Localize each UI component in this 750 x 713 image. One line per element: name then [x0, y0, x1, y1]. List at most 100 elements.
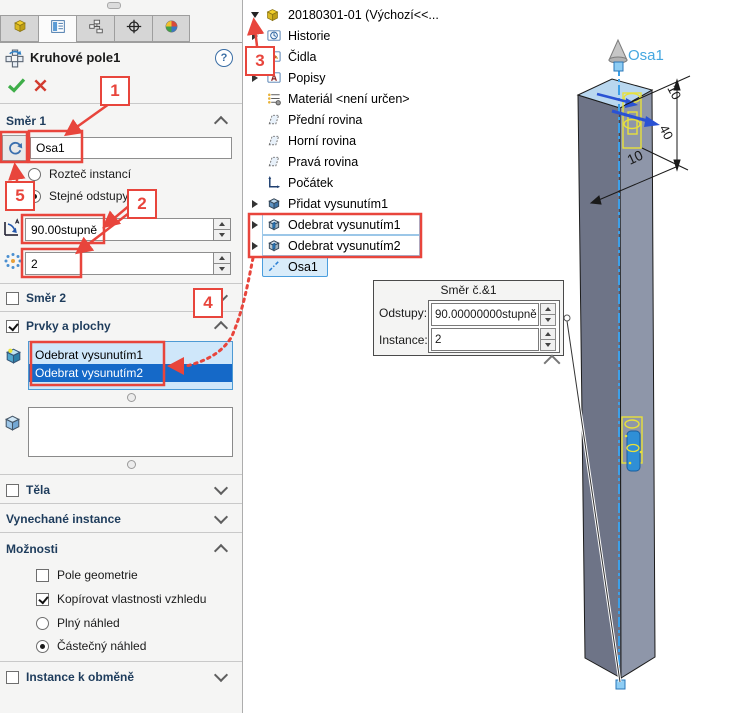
- section-header-bodies[interactable]: Těla: [0, 479, 242, 501]
- tab-dimxpertmanager[interactable]: [114, 15, 152, 42]
- tree-item-prava-rovina[interactable]: Pravá rovina: [246, 151, 456, 172]
- checkbox-geometry-pattern[interactable]: Pole geometrie: [36, 568, 138, 582]
- spinner-up-icon[interactable]: [541, 304, 555, 315]
- expand-arrow-icon[interactable]: [250, 199, 260, 208]
- instances-vary-checkbox[interactable]: [6, 670, 19, 684]
- callout-spacing-input[interactable]: 90.00000000stupně: [431, 303, 539, 326]
- tree-item-predni-rovina[interactable]: Přední rovina: [246, 109, 456, 130]
- callout-spacing-value: 90.00000000stupně: [435, 308, 537, 321]
- spinner-down-icon[interactable]: [541, 315, 555, 325]
- step-marker-4: 4: [193, 288, 223, 318]
- spinner-down-icon[interactable]: [214, 230, 230, 240]
- radio-icon[interactable]: [28, 167, 41, 181]
- expand-chevron-icon[interactable]: [213, 667, 229, 683]
- dimension-text-mid[interactable]: 40: [656, 122, 676, 142]
- tree-item-cidla[interactable]: Čidla: [246, 46, 456, 67]
- expand-chevron-icon[interactable]: [213, 480, 229, 496]
- direction2-checkbox[interactable]: [6, 291, 19, 305]
- radio-equal-spacing[interactable]: Stejné odstupy: [28, 189, 128, 203]
- list-resize-handle[interactable]: [127, 460, 136, 469]
- tab-featuremanager[interactable]: [0, 15, 38, 42]
- tree-item-label: Materiál <není určen>: [288, 91, 410, 106]
- tree-item-pridat-vysunutim1[interactable]: Přidat vysunutím1: [246, 193, 456, 214]
- radio-full-preview[interactable]: Plný náhled: [36, 616, 120, 630]
- features-selection-list[interactable]: Odebrat vysunutím1 Odebrat vysunutím2: [28, 341, 233, 390]
- section-label: Směr 1: [6, 114, 47, 128]
- radio-partial-preview[interactable]: Částečný náhled: [36, 639, 146, 653]
- tree-item-label: Osa1: [288, 259, 318, 274]
- count-spinner[interactable]: [213, 252, 231, 275]
- list-resize-handle[interactable]: [127, 393, 136, 402]
- radio-label: Plný náhled: [57, 616, 120, 630]
- checkbox-copy-appearance[interactable]: Kopírovat vlastnosti vzhledu: [36, 592, 206, 606]
- expand-arrow-icon[interactable]: [250, 220, 260, 229]
- tree-item-historie[interactable]: Historie: [246, 25, 456, 46]
- radio-icon[interactable]: [36, 616, 49, 630]
- tree-item-label: Odebrat vysunutím2: [288, 238, 401, 253]
- collapse-chevron-icon[interactable]: [213, 115, 229, 131]
- section-header-direction1[interactable]: Směr 1: [0, 110, 242, 132]
- model-column[interactable]: [576, 78, 656, 679]
- list-item-selected[interactable]: Odebrat vysunutím2: [29, 364, 232, 382]
- collapse-chevron-icon[interactable]: [213, 320, 229, 336]
- pattern-count-input[interactable]: 2: [25, 252, 214, 275]
- section-header-skipped-instances[interactable]: Vynechané instance: [0, 508, 242, 530]
- tree-item-osa1[interactable]: Osa1: [246, 256, 456, 277]
- section-label: Vynechané instance: [6, 512, 121, 526]
- expand-chevron-icon[interactable]: [213, 509, 229, 525]
- pattern-axis-value: Osa1: [36, 141, 65, 155]
- list-item[interactable]: Odebrat vysunutím1: [29, 346, 232, 364]
- section-header-options[interactable]: Možnosti: [0, 538, 242, 560]
- tree-item-label: Popisy: [288, 70, 326, 85]
- tree-item-material[interactable]: Materiál <není určen>: [246, 88, 456, 109]
- pattern-callout: Směr č.&1 Odstupy: Instance: 90.00000000…: [373, 280, 564, 356]
- tree-item-horni-rovina[interactable]: Horní rovina: [246, 130, 456, 151]
- callout-instances-spinner[interactable]: [540, 328, 556, 351]
- history-folder-icon: [266, 28, 283, 44]
- bodies-checkbox[interactable]: [6, 483, 19, 497]
- property-manager-panel: Kruhové pole1 ? Směr 1 Osa1 Rozteč insta…: [0, 0, 243, 713]
- features-faces-checkbox[interactable]: [6, 319, 19, 333]
- tab-propertymanager[interactable]: [38, 15, 76, 43]
- checkbox-icon[interactable]: [36, 568, 49, 582]
- section-header-instances-to-vary[interactable]: Instance k obměně: [0, 666, 242, 688]
- radio-icon[interactable]: [36, 639, 49, 653]
- callout-instances-input[interactable]: 2: [431, 328, 539, 351]
- faces-selection-list[interactable]: [28, 407, 233, 457]
- callout-spacing-spinner[interactable]: [540, 303, 556, 326]
- angle-spinner[interactable]: [213, 218, 231, 241]
- section-label: Směr 2: [26, 291, 67, 305]
- spinner-up-icon[interactable]: [214, 253, 230, 264]
- tab-configurationmanager[interactable]: [76, 15, 114, 42]
- spinner-down-icon[interactable]: [541, 340, 555, 350]
- spinner-up-icon[interactable]: [541, 329, 555, 340]
- spinner-up-icon[interactable]: [214, 219, 230, 230]
- tree-item-odebrat-vysunutim2[interactable]: Odebrat vysunutím2: [246, 235, 456, 256]
- radio-label: Částečný náhled: [57, 639, 147, 653]
- dimension-text-top[interactable]: 10: [664, 82, 684, 102]
- cancel-button[interactable]: [33, 78, 48, 98]
- spinner-down-icon[interactable]: [214, 264, 230, 274]
- tree-item-odebrat-vysunutim1[interactable]: Odebrat vysunutím1: [246, 214, 456, 235]
- tree-item-popisy[interactable]: Popisy: [246, 67, 456, 88]
- ok-button[interactable]: [7, 77, 27, 98]
- pattern-angle-input[interactable]: 90.00stupně: [25, 218, 214, 241]
- tab-displaymanager[interactable]: [152, 15, 190, 42]
- collapse-arrow-icon[interactable]: [250, 11, 260, 18]
- faces-to-pattern-icon: [2, 412, 23, 438]
- step-marker-2: 2: [127, 189, 157, 219]
- help-icon[interactable]: ?: [215, 49, 233, 67]
- section-header-features-faces[interactable]: Prvky a plochy: [0, 315, 242, 337]
- radio-instance-spacing[interactable]: Rozteč instancí: [28, 167, 131, 181]
- collapse-chevron-icon[interactable]: [213, 543, 229, 559]
- panel-resize-handle[interactable]: [107, 2, 121, 9]
- callout-instances-label: Instance:: [379, 333, 428, 347]
- tree-item-root[interactable]: 20180301-01 (Výchozí<<...: [246, 4, 456, 25]
- checkbox-icon[interactable]: [36, 592, 49, 606]
- reverse-direction-button[interactable]: [2, 135, 27, 161]
- tree-item-pocatek[interactable]: Počátek: [246, 172, 456, 193]
- expand-arrow-icon[interactable]: [250, 31, 260, 40]
- axis-manipulator-icon[interactable]: [608, 38, 628, 72]
- pattern-axis-input[interactable]: Osa1: [30, 137, 232, 159]
- expand-arrow-icon[interactable]: [250, 241, 260, 250]
